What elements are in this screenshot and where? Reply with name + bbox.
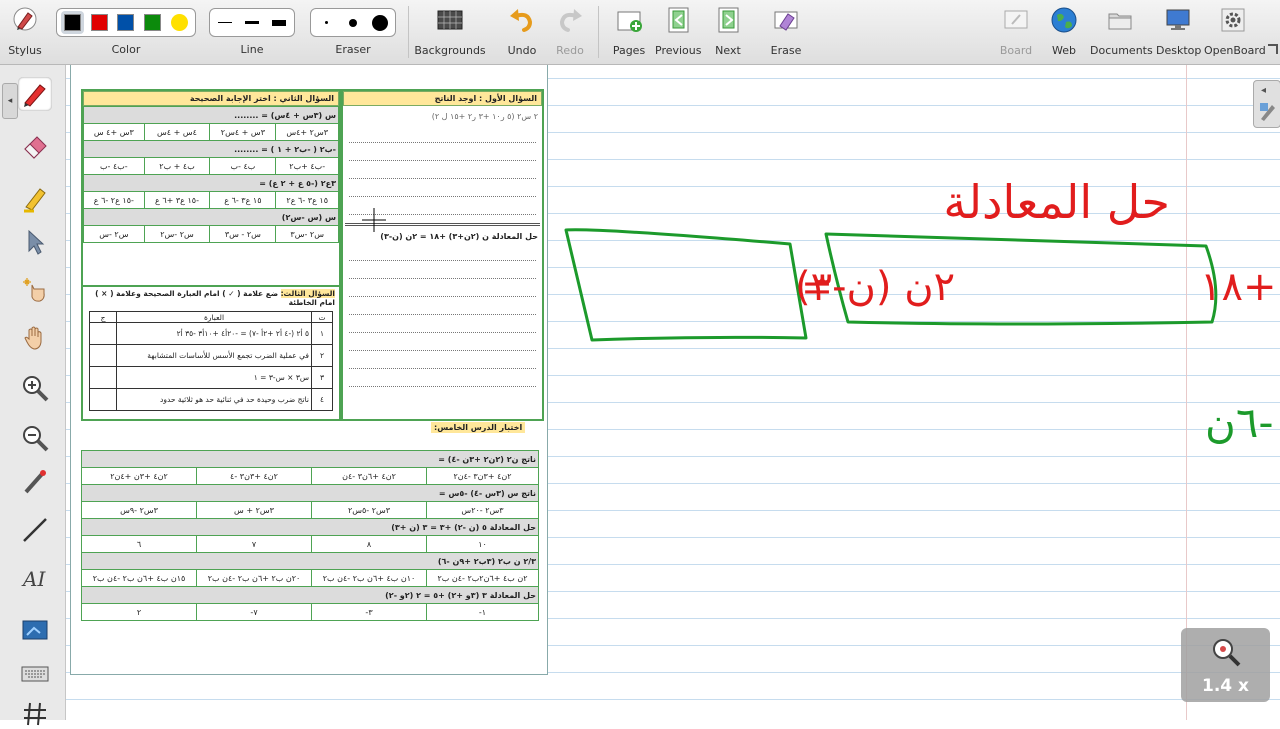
magnifier-icon (1213, 639, 1241, 667)
ink-equation-right: ن (٢ن +٣) +١٨ (1200, 264, 1280, 310)
ink-step2: ٢ن٢ +٣ن +١٨ = ٢ن٢ -٦ن (1205, 398, 1280, 447)
right-panel-tab[interactable]: ◂ (1253, 80, 1280, 128)
expand-arrow-icon: ◂ (1261, 85, 1267, 96)
zoom-indicator[interactable]: 1.4 x (1181, 628, 1270, 702)
ink-box-left (564, 228, 808, 342)
ink-layer: حل المعادلة ٢ن (ن-٣) = ن (٢ن +٣) +١٨ ٢ن٢… (564, 175, 1280, 447)
ink-title: حل المعادلة (943, 175, 1170, 229)
ink-equals: = (801, 265, 833, 309)
zoom-level-text: 1.4 x (1202, 676, 1249, 696)
library-brush-icon (1260, 103, 1275, 121)
